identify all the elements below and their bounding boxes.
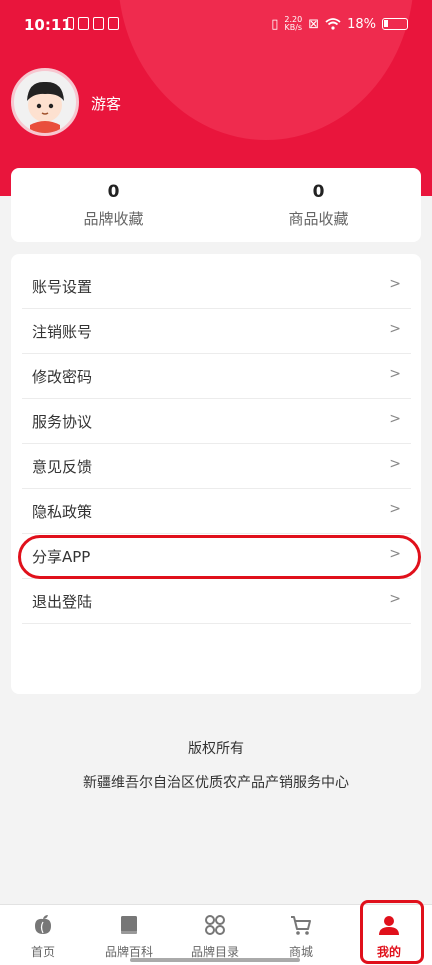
menu-item-label: 退出登陆	[32, 593, 93, 611]
tab-home[interactable]: 首页	[0, 905, 86, 965]
product-favorites-count: 0	[312, 182, 325, 202]
menu-item-account-settings[interactable]: 账号设置 >	[22, 264, 411, 309]
menu-item-delete-account[interactable]: 注销账号 >	[22, 309, 411, 354]
wifi-icon	[325, 18, 341, 30]
brand-favorites-label: 品牌收藏	[83, 210, 144, 228]
menu-item-label: 注销账号	[32, 323, 93, 341]
status-bar: 10:11 ▯ 2.20 KB/s ⊠ 18%	[0, 0, 432, 50]
tab-label: 首页	[30, 945, 55, 959]
menu-item-label: 隐私政策	[32, 503, 93, 521]
chevron-right-icon: >	[389, 276, 401, 292]
favorites-card: 0 品牌收藏 0 商品收藏	[11, 168, 421, 242]
status-time: 10:11	[24, 16, 72, 34]
menu-item-label: 意见反馈	[32, 458, 93, 476]
app-notification-icon	[78, 17, 89, 30]
organization-name: 新疆维吾尔自治区优质农产品产销服务中心	[83, 775, 349, 791]
product-favorites-label: 商品收藏	[288, 210, 349, 228]
menu-item-change-password[interactable]: 修改密码 >	[22, 354, 411, 399]
username[interactable]: 游客	[91, 93, 121, 114]
brand-favorites[interactable]: 0 品牌收藏	[11, 168, 216, 242]
home-indicator[interactable]	[130, 958, 300, 962]
menu-item-label: 服务协议	[32, 413, 93, 431]
chevron-right-icon: >	[389, 456, 401, 472]
chevron-right-icon: >	[389, 591, 401, 607]
copyright-text: 版权所有	[188, 741, 244, 757]
sim-off-icon: ⊠	[308, 16, 320, 32]
tab-mall[interactable]: 商城	[258, 905, 344, 965]
app-notification-icon	[108, 17, 119, 30]
menu-item-service-agreement[interactable]: 服务协议 >	[22, 399, 411, 444]
app-notification-icon	[93, 17, 104, 30]
menu-item-feedback[interactable]: 意见反馈 >	[22, 444, 411, 489]
notification-icons	[67, 17, 119, 30]
cart-icon	[291, 916, 311, 935]
chevron-right-icon: >	[389, 501, 401, 517]
vibrate-icon: ▯	[271, 16, 279, 32]
network-speed: 2.20 KB/s	[284, 16, 302, 32]
avatar-face-icon	[27, 81, 64, 133]
mine-tab-highlight	[360, 900, 424, 964]
speed-unit: KB/s	[284, 23, 303, 32]
grid-icon	[205, 915, 225, 935]
brand-favorites-count: 0	[107, 182, 120, 202]
chevron-right-icon: >	[389, 321, 401, 337]
status-right: ▯ 2.20 KB/s ⊠ 18%	[271, 16, 408, 32]
share-app-highlight	[18, 535, 421, 579]
menu-item-privacy-policy[interactable]: 隐私政策 >	[22, 489, 411, 534]
peach-icon	[35, 915, 51, 934]
chevron-right-icon: >	[389, 411, 401, 427]
menu-item-label: 修改密码	[32, 368, 93, 386]
avatar[interactable]	[11, 68, 79, 136]
tab-brand-catalog[interactable]: 品牌目录	[172, 905, 258, 965]
product-favorites[interactable]: 0 商品收藏	[216, 168, 421, 242]
book-icon	[121, 916, 137, 934]
sim-icon	[67, 17, 74, 30]
settings-menu: 账号设置 > 注销账号 > 修改密码 > 服务协议 > 意见反馈 > 隐私政策 …	[11, 254, 421, 694]
chevron-right-icon: >	[389, 366, 401, 382]
battery-icon	[382, 18, 408, 30]
battery-percent: 18%	[347, 16, 376, 32]
tab-brand-encyclopedia[interactable]: 品牌百科	[86, 905, 172, 965]
menu-item-label: 账号设置	[32, 278, 93, 296]
menu-item-logout[interactable]: 退出登陆 >	[22, 579, 411, 624]
